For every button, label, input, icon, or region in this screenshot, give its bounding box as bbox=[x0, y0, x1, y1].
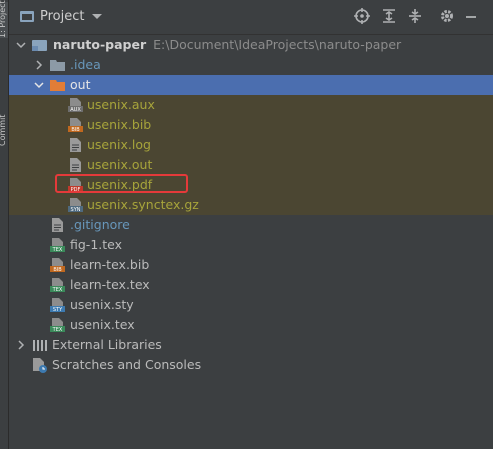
external-libraries-label: External Libraries bbox=[52, 337, 162, 352]
tex-file-icon: TEX bbox=[50, 238, 65, 253]
aux-file-icon: AUX bbox=[68, 98, 83, 113]
bib-file-icon: BIB bbox=[50, 258, 65, 273]
tex-file-icon: TEX bbox=[50, 318, 65, 333]
out-folder-label: out bbox=[70, 77, 91, 92]
scratches-label: Scratches and Consoles bbox=[52, 357, 202, 372]
library-icon bbox=[33, 340, 47, 351]
chevron-down-icon[interactable] bbox=[33, 79, 45, 91]
file-label: usenix.aux bbox=[87, 97, 155, 112]
file-label: fig-1.tex bbox=[70, 237, 123, 252]
bib-file-icon: BIB bbox=[68, 118, 83, 133]
project-tool-tab[interactable]: 1: Project bbox=[0, 0, 8, 38]
expand-all-icon[interactable] bbox=[381, 8, 397, 24]
dropdown-arrow-icon[interactable] bbox=[89, 8, 105, 24]
file-label: usenix.out bbox=[87, 157, 153, 172]
tree-row-out[interactable]: out bbox=[9, 75, 493, 95]
gear-icon[interactable] bbox=[439, 8, 455, 24]
collapse-all-icon[interactable] bbox=[407, 8, 423, 24]
file-label: .gitignore bbox=[70, 217, 130, 232]
scratches-icon bbox=[33, 358, 47, 373]
project-path: E:\Document\IdeaProjects\naruto-paper bbox=[153, 37, 402, 52]
file-label: usenix.bib bbox=[87, 117, 152, 132]
text-file-icon bbox=[70, 158, 81, 172]
svg-text:TEX: TEX bbox=[52, 327, 63, 333]
module-folder-icon bbox=[32, 40, 47, 51]
tree-row-learn-tex-tex[interactable]: TEX learn-tex.tex bbox=[9, 275, 493, 295]
file-label: usenix.tex bbox=[70, 317, 135, 332]
tree-row-idea[interactable]: .idea bbox=[9, 55, 493, 75]
svg-text:TEX: TEX bbox=[52, 247, 63, 253]
file-label: usenix.synctex.gz bbox=[87, 197, 199, 212]
chevron-right-icon[interactable] bbox=[33, 59, 45, 71]
tree-row-external-libraries[interactable]: External Libraries bbox=[9, 335, 493, 355]
left-tool-strip: 1: Project Commit bbox=[0, 0, 9, 449]
folder-icon bbox=[50, 60, 65, 71]
tree-row-usenix-synctex[interactable]: SYN usenix.synctex.gz bbox=[9, 195, 493, 215]
file-label: learn-tex.tex bbox=[70, 277, 150, 292]
tree-row-usenix-out[interactable]: usenix.out bbox=[9, 155, 493, 175]
svg-text:STY: STY bbox=[53, 307, 63, 313]
folder-icon bbox=[20, 11, 34, 22]
project-name: naruto-paper bbox=[53, 37, 147, 52]
tree-row-scratches[interactable]: Scratches and Consoles bbox=[9, 355, 493, 375]
svg-text:TEX: TEX bbox=[52, 287, 63, 293]
file-label: usenix.sty bbox=[70, 297, 134, 312]
svg-text:AUX: AUX bbox=[70, 107, 81, 113]
tree-row-usenix-aux[interactable]: AUX usenix.aux bbox=[9, 95, 493, 115]
synctex-file-icon: SYN bbox=[68, 198, 83, 213]
tree-row-usenix-bib[interactable]: BIB usenix.bib bbox=[9, 115, 493, 135]
locate-icon[interactable] bbox=[354, 8, 370, 24]
tree-row-fig-1[interactable]: TEX fig-1.tex bbox=[9, 235, 493, 255]
tex-file-icon: TEX bbox=[50, 278, 65, 293]
tree-row-usenix-log[interactable]: usenix.log bbox=[9, 135, 493, 155]
pdf-highlight-annotation bbox=[55, 174, 188, 193]
tree-row-usenix-sty[interactable]: STY usenix.sty bbox=[9, 295, 493, 315]
excluded-folder-icon bbox=[50, 80, 65, 91]
panel-title[interactable]: Project bbox=[40, 9, 84, 24]
idea-folder-label: .idea bbox=[70, 57, 101, 72]
svg-text:BIB: BIB bbox=[53, 267, 62, 273]
tree-row-gitignore[interactable]: .gitignore bbox=[9, 215, 493, 235]
project-panel: Project naruto-paper E:\Document\IdeaPro… bbox=[9, 0, 493, 449]
chevron-down-icon[interactable] bbox=[15, 39, 27, 51]
tree-row-usenix-tex[interactable]: TEX usenix.tex bbox=[9, 315, 493, 335]
minimize-icon[interactable] bbox=[463, 8, 479, 24]
file-label: usenix.log bbox=[87, 137, 151, 152]
file-label: learn-tex.bib bbox=[70, 257, 150, 272]
text-file-icon bbox=[70, 138, 81, 152]
svg-text:SYN: SYN bbox=[71, 207, 81, 213]
text-file-icon bbox=[52, 218, 63, 232]
commit-tool-tab[interactable]: Commit bbox=[0, 94, 8, 146]
svg-text:BIB: BIB bbox=[71, 127, 80, 133]
panel-header: Project bbox=[9, 0, 493, 35]
tree-row-learn-tex-bib[interactable]: BIB learn-tex.bib bbox=[9, 255, 493, 275]
sty-file-icon: STY bbox=[50, 298, 65, 313]
root-label: naruto-paper E:\Document\IdeaProjects\nar… bbox=[53, 35, 401, 55]
chevron-right-icon[interactable] bbox=[15, 339, 27, 351]
tree-row-root[interactable]: naruto-paper E:\Document\IdeaProjects\nar… bbox=[9, 35, 493, 55]
